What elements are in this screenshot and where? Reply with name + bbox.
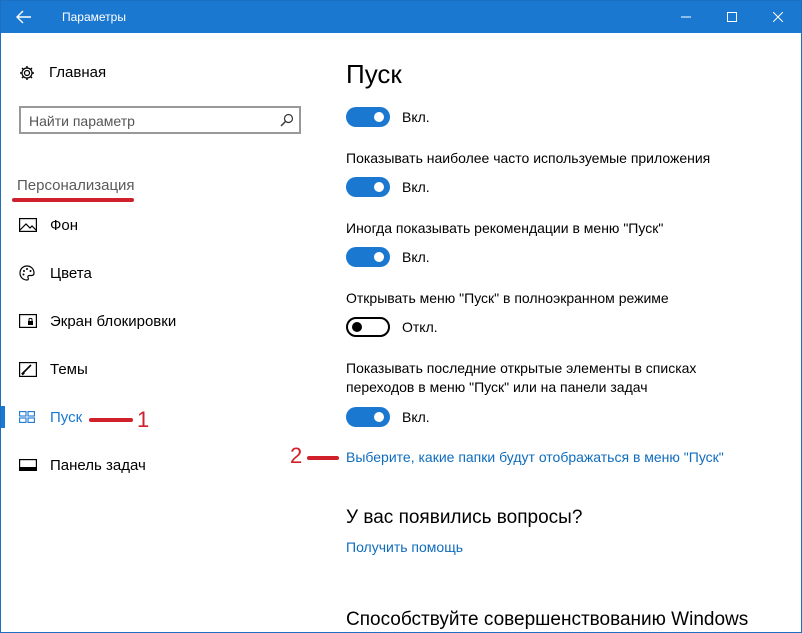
sidebar: Главная Персонализация Фон Цвета	[1, 33, 321, 632]
search-box[interactable]	[19, 106, 301, 134]
sidebar-item-label: Панель задач	[50, 456, 146, 474]
setting-label-fullscreen: Открывать меню "Пуск" в полноэкранном ре…	[346, 290, 669, 306]
toggle-switch[interactable]	[346, 407, 390, 427]
sidebar-item-lock-screen[interactable]: Экран блокировки	[1, 301, 321, 341]
toggle-switch[interactable]	[346, 177, 390, 197]
get-help-link[interactable]: Получить помощь	[346, 539, 463, 555]
title-bar: Параметры	[1, 1, 801, 33]
taskbar-icon	[19, 459, 37, 471]
toggle-knob	[352, 322, 362, 332]
annotation-line-2	[307, 456, 339, 460]
lock-screen-icon	[19, 314, 37, 328]
annotation-number-2: 2	[290, 443, 303, 468]
maximize-button[interactable]	[709, 1, 755, 33]
toggle-switch[interactable]	[346, 317, 390, 337]
toggle-state-label: Откл.	[402, 319, 438, 335]
page-title: Пуск	[346, 59, 402, 89]
close-button[interactable]	[755, 1, 801, 33]
window-title: Параметры	[62, 10, 126, 24]
main-content: Пуск Вкл. Показывать наиболее часто испо…	[346, 33, 796, 632]
toggle-state-label: Вкл.	[402, 179, 430, 195]
sidebar-item-label: Экран блокировки	[50, 312, 177, 330]
toggle-switch[interactable]	[346, 107, 390, 127]
toggle-knob	[374, 112, 384, 122]
themes-icon	[19, 361, 37, 377]
toggle-state-label: Вкл.	[402, 109, 430, 125]
picture-icon	[19, 218, 37, 232]
sidebar-item-background[interactable]: Фон	[1, 205, 321, 245]
home-label: Главная	[49, 64, 107, 81]
palette-icon	[19, 265, 37, 281]
setting-label-most-used: Показывать наиболее часто используемые п…	[346, 150, 711, 166]
toggle-knob	[374, 182, 384, 192]
back-button[interactable]	[1, 1, 47, 33]
sidebar-item-label: Темы	[50, 360, 88, 378]
search-icon[interactable]	[280, 113, 294, 132]
sidebar-item-label: Фон	[50, 216, 79, 234]
search-input[interactable]	[29, 112, 269, 130]
gear-icon	[20, 65, 34, 80]
setting-row-recent-items: Вкл.	[346, 407, 430, 427]
setting-row-start-toggle: Вкл.	[346, 107, 430, 127]
toggle-knob	[374, 412, 384, 422]
setting-row-suggestions: Вкл.	[346, 247, 430, 267]
setting-row-most-used: Вкл.	[346, 177, 430, 197]
annotation-line-1	[89, 418, 133, 422]
close-icon	[773, 12, 783, 22]
questions-heading: У вас появились вопросы?	[346, 507, 583, 528]
setting-row-fullscreen: Откл.	[346, 317, 438, 337]
toggle-switch[interactable]	[346, 247, 390, 267]
sidebar-item-label: Пуск	[50, 408, 83, 426]
minimize-icon	[681, 16, 691, 18]
improve-windows-heading: Способствуйте совершенствованию Windows	[346, 609, 749, 630]
maximize-icon	[727, 12, 737, 22]
annotation-number-1: 1	[137, 407, 150, 432]
choose-folders-link[interactable]: Выберите, какие папки будут отображаться…	[346, 449, 724, 465]
sidebar-item-colors[interactable]: Цвета	[1, 253, 321, 293]
toggle-knob	[374, 252, 384, 262]
annotation-underline	[12, 198, 134, 202]
sidebar-home[interactable]: Главная	[19, 64, 106, 81]
start-tiles-icon	[19, 411, 37, 423]
setting-label-recent-items: Показывать последние открытые элементы в…	[346, 360, 697, 395]
sidebar-item-taskbar[interactable]: Панель задач	[1, 445, 321, 485]
setting-label-suggestions: Иногда показывать рекомендации в меню "П…	[346, 220, 664, 236]
settings-window: Параметры Главная Найти параметр Персона…	[0, 0, 802, 633]
toggle-state-label: Вкл.	[402, 409, 430, 425]
section-header-personalization: Персонализация	[17, 177, 135, 194]
sidebar-item-themes[interactable]: Темы	[1, 349, 321, 389]
selection-indicator	[1, 406, 5, 428]
back-arrow-icon	[16, 10, 31, 24]
sidebar-item-label: Цвета	[50, 264, 92, 282]
minimize-button[interactable]	[663, 1, 709, 33]
sidebar-item-start[interactable]: Пуск	[1, 397, 321, 437]
toggle-state-label: Вкл.	[402, 249, 430, 265]
